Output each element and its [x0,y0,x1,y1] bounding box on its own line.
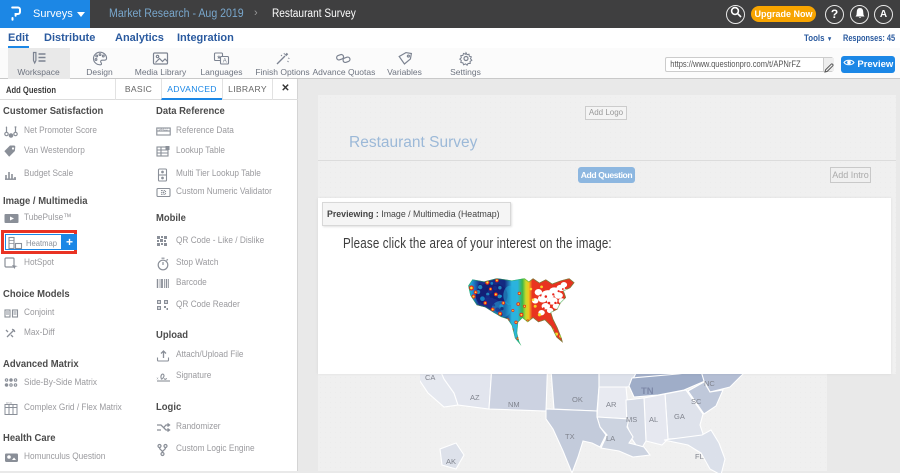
svg-text:TX: TX [565,432,575,441]
svg-text:OK: OK [572,395,583,404]
svg-text:CA: CA [425,373,435,382]
svg-text:LA: LA [606,434,615,443]
svg-text:AZ: AZ [470,393,480,402]
svg-text:FL: FL [695,452,704,461]
svg-text:AR: AR [606,400,617,409]
svg-text:010: 010 [6,402,12,405]
svg-text:AL: AL [649,415,658,424]
svg-text:GA: GA [674,412,685,421]
svg-text:AK: AK [446,457,456,466]
svg-text:SC: SC [691,397,702,406]
svg-text:NC: NC [704,379,715,388]
svg-text:94422: 94422 [159,128,169,132]
svg-text:NM: NM [508,400,520,409]
svg-text:TN: TN [641,386,654,397]
svg-text:MS: MS [626,415,637,424]
svg-text:x: x [157,376,159,381]
